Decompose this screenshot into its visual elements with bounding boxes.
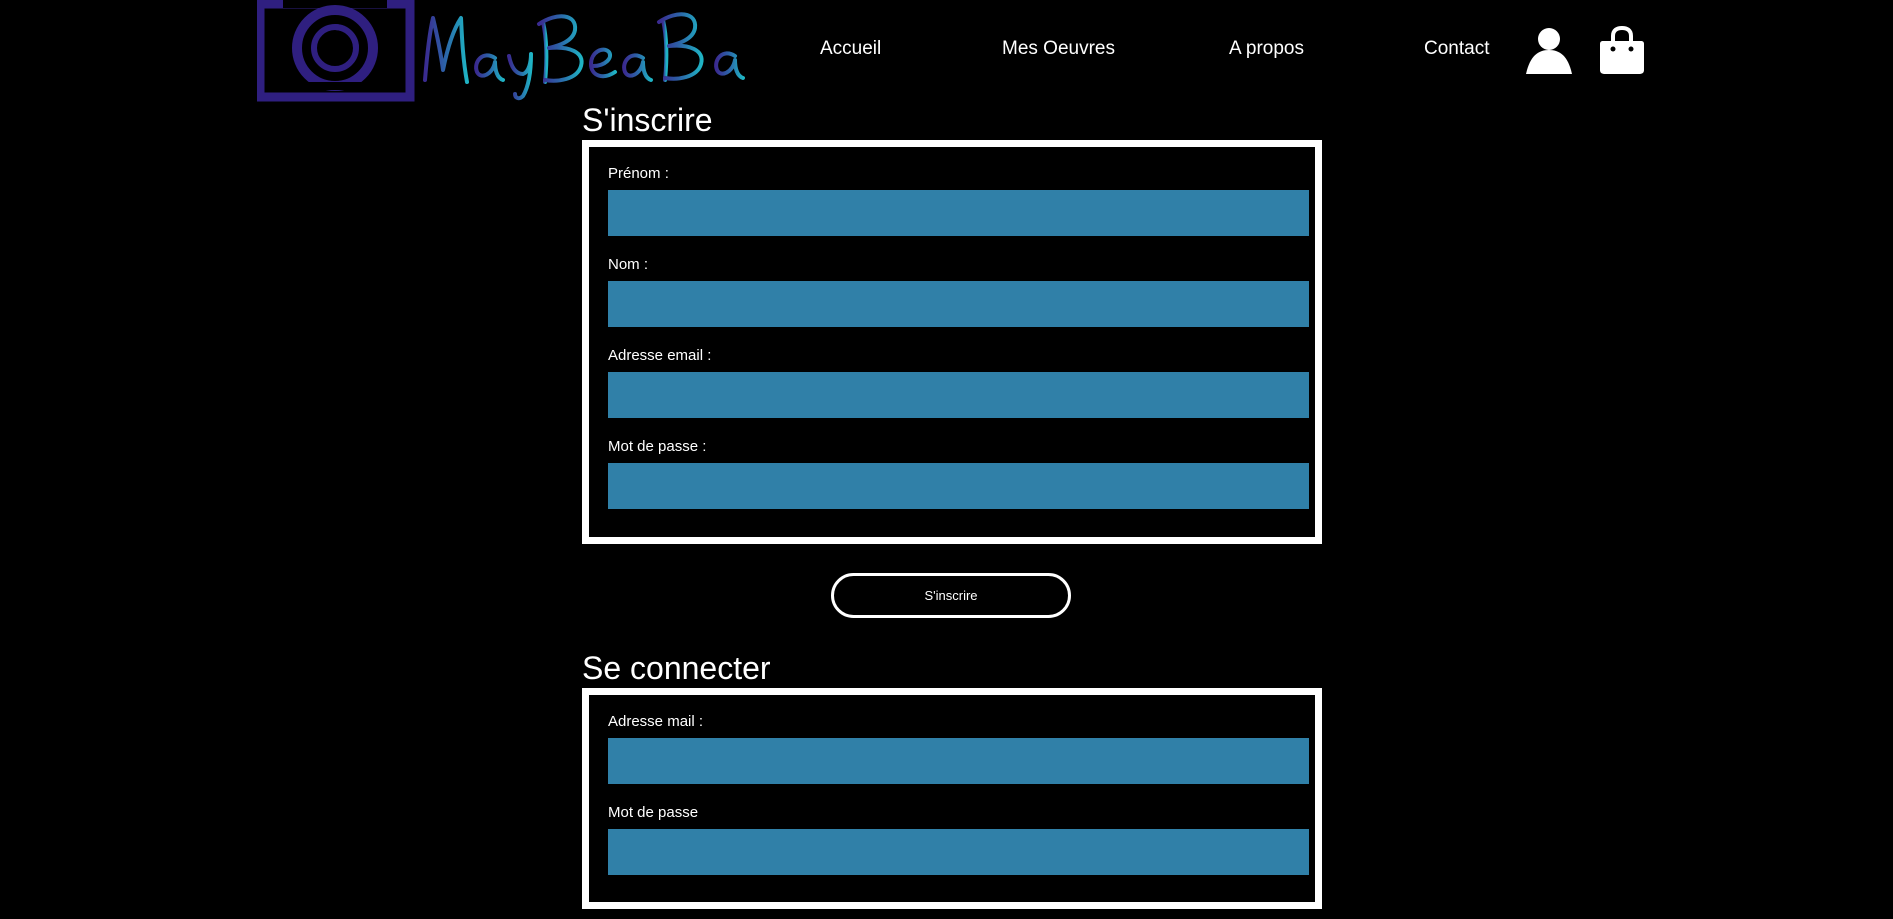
register-button[interactable]: S'inscrire: [831, 573, 1071, 618]
site-logo[interactable]: [257, 0, 802, 102]
login-password-label: Mot de passe: [608, 804, 699, 821]
camera-logo-icon: [257, 0, 745, 102]
nav-a-propos[interactable]: A propos: [1229, 36, 1304, 62]
firstname-input[interactable]: [608, 190, 1309, 236]
login-email-input[interactable]: [608, 738, 1309, 784]
email-label: Adresse email :: [608, 347, 712, 364]
firstname-label: Prénom :: [608, 165, 669, 182]
user-icon[interactable]: [1524, 26, 1574, 76]
nav-contact[interactable]: Contact: [1424, 36, 1489, 62]
password-label: Mot de passe :: [608, 438, 707, 455]
login-email-label: Adresse mail :: [608, 713, 704, 730]
shopping-bag-icon[interactable]: [1599, 25, 1645, 76]
nav-mes-oeuvres[interactable]: Mes Oeuvres: [1002, 36, 1115, 62]
register-title: S'inscrire: [582, 102, 713, 138]
login-form: Adresse mail : Mot de passe: [582, 688, 1322, 909]
login-title: Se connecter: [582, 650, 771, 686]
nav-accueil[interactable]: Accueil: [820, 36, 881, 62]
login-password-input[interactable]: [608, 829, 1309, 875]
email-input[interactable]: [608, 372, 1309, 418]
lastname-label: Nom :: [608, 256, 649, 273]
page: Accueil Mes Oeuvres A propos Contact S'i…: [0, 0, 1893, 919]
register-form: Prénom : Nom : Adresse email : Mot de pa…: [582, 140, 1322, 544]
lastname-input[interactable]: [608, 281, 1309, 327]
password-input[interactable]: [608, 463, 1309, 509]
